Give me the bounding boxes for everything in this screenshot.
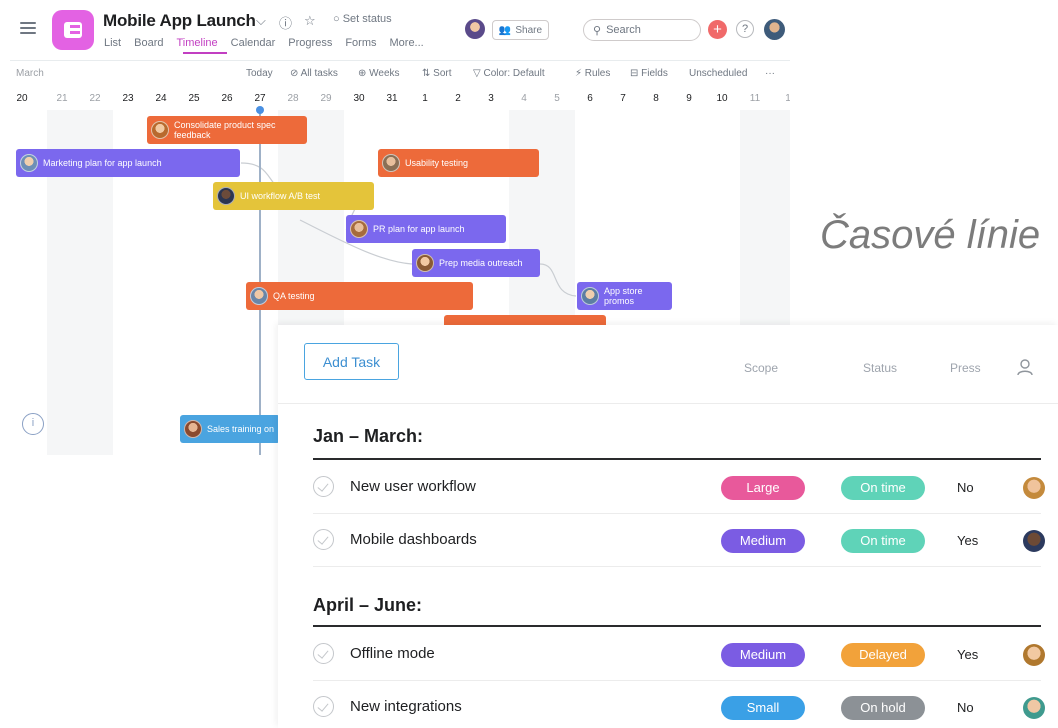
task-bar-label: UI workflow A/B test — [240, 191, 321, 201]
section-divider — [313, 625, 1041, 627]
task-bar[interactable]: Sales training on — [180, 415, 280, 443]
complete-check-icon[interactable] — [313, 529, 334, 550]
column-header-press[interactable]: Press — [950, 361, 981, 375]
press-value[interactable]: Yes — [957, 533, 978, 548]
add-task-button[interactable]: Add Task — [304, 343, 399, 380]
complete-check-icon[interactable] — [313, 696, 334, 717]
table-row[interactable]: Offline mode Medium Delayed Yes — [313, 628, 1045, 681]
task-name[interactable]: Mobile dashboards — [350, 531, 477, 548]
section-divider — [313, 458, 1041, 460]
task-bar-label: PR plan for app launch — [373, 224, 465, 234]
task-bar[interactable]: QA testing — [246, 282, 473, 310]
task-bar-label: Prep media outreach — [439, 258, 523, 268]
avatar[interactable] — [1023, 477, 1045, 499]
avatar — [416, 254, 434, 272]
column-header-scope[interactable]: Scope — [744, 361, 778, 375]
table-row[interactable]: New integrations Small On hold No — [313, 681, 1045, 728]
scope-badge[interactable]: Medium — [721, 643, 805, 667]
task-bar[interactable]: Usability testing — [378, 149, 539, 177]
task-name[interactable]: New user workflow — [350, 478, 476, 495]
task-bar-label: QA testing — [273, 291, 315, 301]
task-bar-label: Sales training on — [207, 424, 275, 434]
status-badge[interactable]: On time — [841, 529, 925, 553]
column-header-status[interactable]: Status — [863, 361, 897, 375]
task-name[interactable]: New integrations — [350, 698, 462, 715]
avatar — [151, 121, 169, 139]
task-bar-label: Marketing plan for app launch — [43, 158, 162, 168]
scope-badge[interactable]: Large — [721, 476, 805, 500]
avatar[interactable] — [1023, 644, 1045, 666]
task-bar[interactable]: PR plan for app launch — [346, 215, 506, 243]
scope-badge[interactable]: Medium — [721, 529, 805, 553]
avatar — [382, 154, 400, 172]
avatar — [217, 187, 235, 205]
task-bar[interactable]: App store promos — [577, 282, 672, 310]
press-value[interactable]: Yes — [957, 647, 978, 662]
avatar — [350, 220, 368, 238]
task-name[interactable]: Offline mode — [350, 645, 435, 662]
section-header: Jan – March: — [313, 426, 424, 446]
status-badge[interactable]: On time — [841, 476, 925, 500]
divider — [278, 403, 1058, 404]
task-bar[interactable]: Marketing plan for app launch — [16, 149, 240, 177]
task-bar[interactable]: Consolidate product spec feedback — [147, 116, 307, 144]
task-bar-label: Consolidate product spec feedback — [174, 120, 276, 140]
press-value[interactable]: No — [957, 700, 974, 715]
avatar[interactable] — [1023, 530, 1045, 552]
caption-text: Časové línie — [820, 213, 1041, 257]
task-bar[interactable]: Prep media outreach — [412, 249, 540, 277]
table-row[interactable]: Mobile dashboards Medium On time Yes — [313, 514, 1045, 567]
avatar[interactable] — [1023, 697, 1045, 719]
table-row[interactable]: New user workflow Large On time No — [313, 461, 1045, 514]
today-dot — [256, 106, 264, 114]
status-badge[interactable]: On hold — [841, 696, 925, 720]
person-icon[interactable] — [1016, 358, 1034, 376]
section-header: April – June: — [313, 595, 423, 615]
task-bar[interactable]: UI workflow A/B test — [213, 182, 374, 210]
task-table-card: Add Task Scope Status Press Jan – March:… — [278, 325, 1058, 728]
press-value[interactable]: No — [957, 480, 974, 495]
info-icon[interactable]: i — [22, 413, 44, 435]
status-badge[interactable]: Delayed — [841, 643, 925, 667]
task-bar-label: Usability testing — [405, 158, 469, 168]
avatar — [250, 287, 268, 305]
task-bar-label: App store promos — [604, 286, 643, 306]
complete-check-icon[interactable] — [313, 643, 334, 664]
avatar — [581, 287, 599, 305]
complete-check-icon[interactable] — [313, 476, 334, 497]
avatar — [184, 420, 202, 438]
scope-badge[interactable]: Small — [721, 696, 805, 720]
avatar — [20, 154, 38, 172]
